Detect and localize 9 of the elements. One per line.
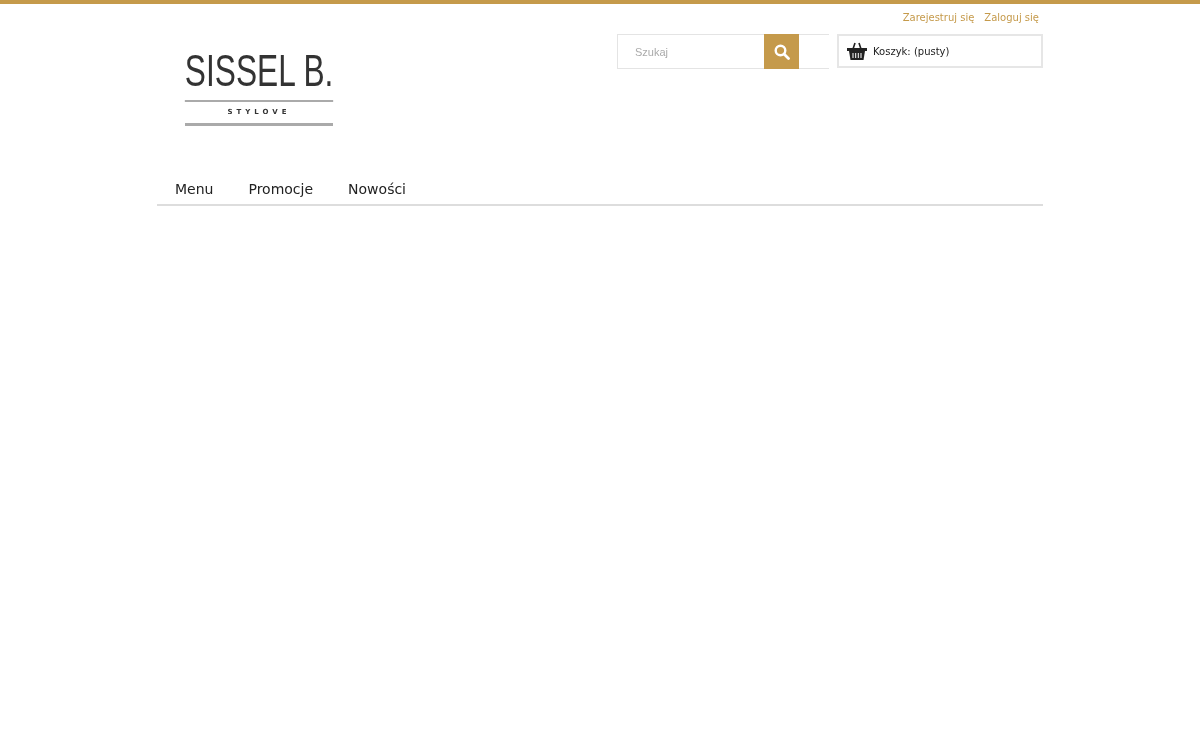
search-icon xyxy=(773,43,790,60)
nav-link[interactable]: Menu xyxy=(157,178,231,204)
nav-link[interactable]: Promocje xyxy=(230,178,331,204)
search-button[interactable] xyxy=(764,34,799,69)
basket-icon xyxy=(847,42,867,60)
cart-link[interactable]: Koszyk: (pusty) xyxy=(837,34,1043,68)
nav-link[interactable]: Nowości xyxy=(330,178,423,204)
field-border xyxy=(799,34,829,69)
search-field[interactable]: Szukaj xyxy=(617,34,764,69)
